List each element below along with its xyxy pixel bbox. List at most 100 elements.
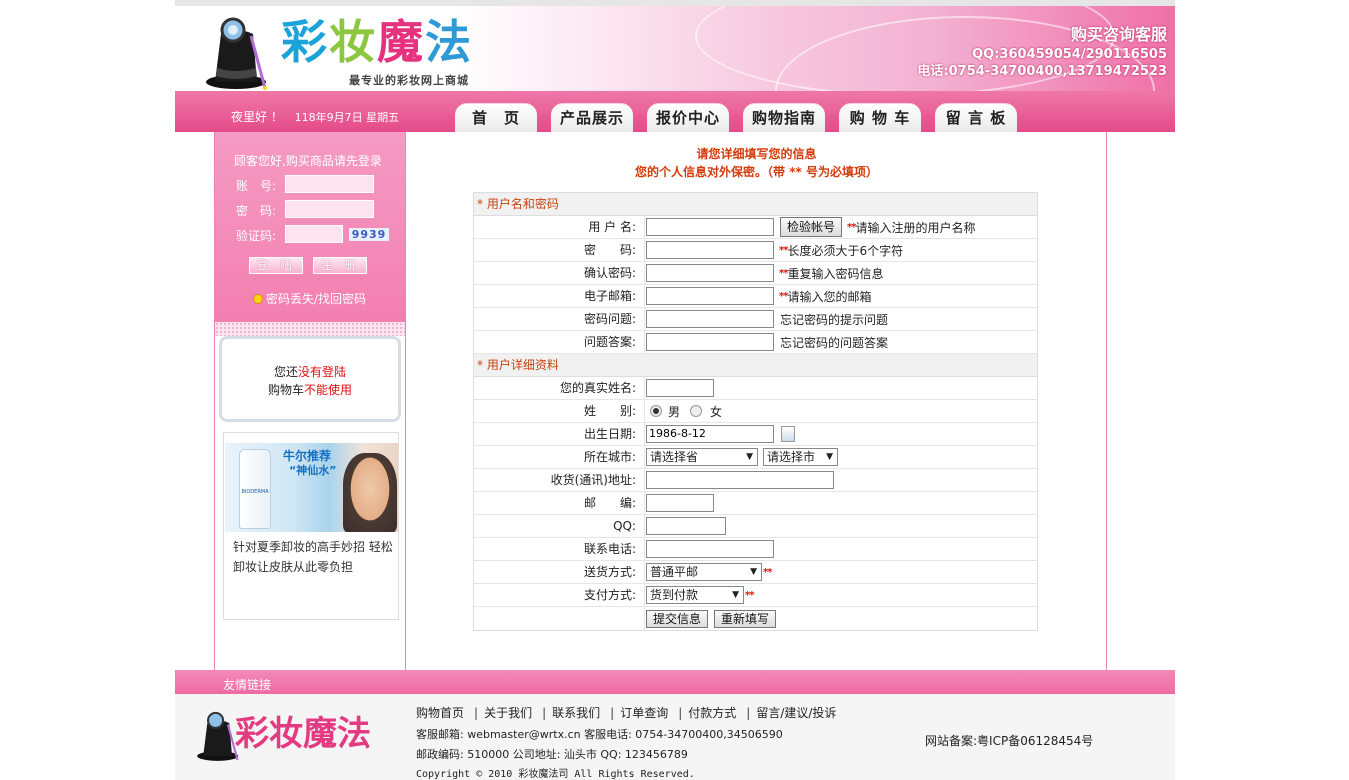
qq-value xyxy=(645,515,1037,537)
payment-select[interactable]: 货到付款 ▼ xyxy=(646,586,744,604)
username-label: 用 户 名: xyxy=(474,216,645,238)
footer-link-about[interactable]: 关于我们 xyxy=(484,706,532,720)
separator: | xyxy=(610,706,615,720)
shipping-select[interactable]: 普通平邮 ▼ xyxy=(646,563,762,581)
username-input[interactable] xyxy=(646,218,774,236)
nav-tab-cart[interactable]: 购 物 车 xyxy=(839,103,921,132)
zip-label: 邮 编: xyxy=(474,492,645,514)
greeting-text: 夜里好 ！ xyxy=(231,110,283,124)
site-logo-text[interactable]: 彩妆魔法 xyxy=(281,16,473,68)
question-label: 密码问题: xyxy=(474,308,645,330)
reset-button[interactable]: 重新填写 xyxy=(714,609,777,628)
check-account-button[interactable]: 检验帐号 xyxy=(780,217,843,237)
nav-tab-home[interactable]: 首 页 xyxy=(455,103,537,132)
security-answer-field[interactable] xyxy=(646,333,774,351)
password-label: 密 码: xyxy=(236,204,277,218)
friend-links-bar: 友情链接 xyxy=(175,670,1175,694)
footer-link-home[interactable]: 购物首页 xyxy=(416,706,464,720)
footer-link-orders[interactable]: 订单查询 xyxy=(620,706,668,720)
gender-female-radio[interactable] xyxy=(690,405,703,417)
row-city: 所在城市: 请选择省 ▼ 请选择市 ▼ xyxy=(474,446,1037,469)
footer-icp-record[interactable]: 网站备案:粤ICP备06128454号 xyxy=(925,732,1093,749)
footer-logo-text: 彩妆魔法 xyxy=(235,714,371,754)
footer-copyright: Copyright © 2010 彩妆魔法司 All Rights Reserv… xyxy=(416,769,695,780)
account-label: 账 号: xyxy=(236,179,277,193)
footer-link-payment[interactable]: 付款方式 xyxy=(688,706,736,720)
city-select[interactable]: 请选择市 ▼ xyxy=(763,448,838,466)
submit-button[interactable]: 提交信息 xyxy=(646,609,709,628)
birthday-field[interactable]: 1986-8-12 xyxy=(646,425,774,443)
separator: | xyxy=(474,706,479,720)
question-hint: 忘记密码的提示问题 xyxy=(780,312,889,327)
password-field[interactable] xyxy=(646,241,774,259)
registration-panel: 请您详细填写您的信息 您的个人信息对外保密。（带 ** 号为必填项） * 用户名… xyxy=(406,132,1107,670)
separator: | xyxy=(542,706,547,720)
gender-male-radio[interactable] xyxy=(650,405,662,417)
gender-value: 男 女 xyxy=(645,400,1037,422)
email-value: ** 请输入您的邮箱 xyxy=(645,285,1037,307)
realname-value xyxy=(645,377,1037,399)
required-mark: ** xyxy=(763,566,773,578)
register-button[interactable]: 注 册 xyxy=(313,257,367,274)
nav-tab-guestbook[interactable]: 留 言 板 xyxy=(935,103,1017,132)
footer-nav: 购物首页 | 关于我们 | 联系我们 | 订单查询 | 付款方式 | 留言/建议/投诉 xyxy=(416,704,840,721)
service-title: 购买咨询客服 xyxy=(1070,25,1167,44)
cart-text: 您还 xyxy=(273,365,298,379)
promo-image[interactable]: BIODERMA 牛尔推荐 “神仙水” xyxy=(225,443,398,532)
row-gender: 姓 别: 男 女 xyxy=(474,400,1037,423)
phone-field[interactable] xyxy=(646,540,774,558)
logo-char: 法 xyxy=(425,15,473,69)
login-button[interactable]: 登 陆 xyxy=(249,257,303,274)
nav-tab-products[interactable]: 产品展示 xyxy=(551,103,633,132)
footer-link-feedback[interactable]: 留言/建议/投诉 xyxy=(756,706,836,720)
zip-value xyxy=(645,492,1037,514)
promo-box[interactable]: BIODERMA 牛尔推荐 “神仙水” 针对夏季卸妆的高手妙招 轻松卸妆让皮肤从… xyxy=(223,432,399,620)
qq-field[interactable] xyxy=(646,517,726,535)
footer-contact-address: 邮政编码: 510000 公司地址: 汕头市 QQ: 123456789 xyxy=(416,748,688,761)
dropdown-arrow-icon: ▼ xyxy=(750,567,757,577)
captcha-input[interactable] xyxy=(285,225,343,243)
promo-text-link[interactable]: 针对夏季卸妆的高手妙招 轻松卸妆让皮肤从此零负担 xyxy=(233,537,393,577)
email-label: 电子邮箱: xyxy=(474,285,645,307)
qq-label: QQ: xyxy=(474,515,645,537)
customer-service-info: 购买咨询客服 QQ:360459054/290116505 电话:0754-34… xyxy=(917,24,1167,81)
forgot-password-link[interactable]: 密码丢失/找回密码 xyxy=(253,290,366,307)
security-question-field[interactable] xyxy=(646,310,774,328)
magic-hat-logo-icon xyxy=(206,17,267,90)
captcha-image[interactable]: 9939 xyxy=(349,228,389,241)
row-birthday: 出生日期: 1986-8-12 xyxy=(474,423,1037,446)
nav-tab-guide[interactable]: 购物指南 xyxy=(743,103,825,132)
footer-link-contact[interactable]: 联系我们 xyxy=(552,706,600,720)
current-date: 118年9月7日 星期五 xyxy=(294,111,400,124)
account-input[interactable] xyxy=(285,175,374,193)
nav-tab-quotes[interactable]: 报价中心 xyxy=(647,103,729,132)
payment-label: 支付方式: xyxy=(474,584,645,606)
calendar-icon[interactable] xyxy=(781,426,795,442)
footer-contact-email: 客服邮箱: webmaster@wrtx.cn 客服电话: 0754-34700… xyxy=(416,728,783,741)
login-box: 顾客您好,购买商品请先登录 账 号: 密 码: 验证码: 9939 登 陆 注 … xyxy=(215,132,405,322)
forgot-text: 密码丢失/找回密码 xyxy=(266,292,367,306)
page-wrapper: 彩妆魔法 最专业的彩妆网上商城 购买咨询客服 QQ:360459054/2901… xyxy=(175,0,1175,780)
confirm-hint: 重复输入密码信息 xyxy=(787,266,884,281)
realname-field[interactable] xyxy=(646,379,714,397)
main-navbar: 夜里好 ！ 118年9月7日 星期五 首 页 产品展示 报价中心 购物指南 购 … xyxy=(175,91,1175,132)
confirm-password-field[interactable] xyxy=(646,264,774,282)
username-hint: 请输入注册的用户名称 xyxy=(855,220,976,235)
logo-char: 妆 xyxy=(329,15,377,69)
password-hint: 长度必须大于6个字符 xyxy=(787,243,904,258)
shipping-selected: 普通平邮 xyxy=(650,565,699,579)
email-field[interactable] xyxy=(646,287,774,305)
actions-value: 提交信息 重新填写 xyxy=(645,607,1037,630)
dotted-divider xyxy=(215,322,405,336)
section-details: * 用户详细资料 xyxy=(474,354,1037,377)
logo-char: 彩 xyxy=(281,15,329,69)
address-field[interactable] xyxy=(646,471,834,489)
site-slogan: 最专业的彩妆网上商城 xyxy=(349,74,469,87)
model-portrait xyxy=(343,453,397,532)
password-input[interactable] xyxy=(285,200,374,218)
zip-field[interactable] xyxy=(646,494,714,512)
gender-female-label: 女 xyxy=(710,404,723,419)
province-select[interactable]: 请选择省 ▼ xyxy=(646,448,758,466)
friend-links-label[interactable]: 友情链接 xyxy=(223,676,271,693)
phone-label: 联系电话: xyxy=(474,538,645,560)
